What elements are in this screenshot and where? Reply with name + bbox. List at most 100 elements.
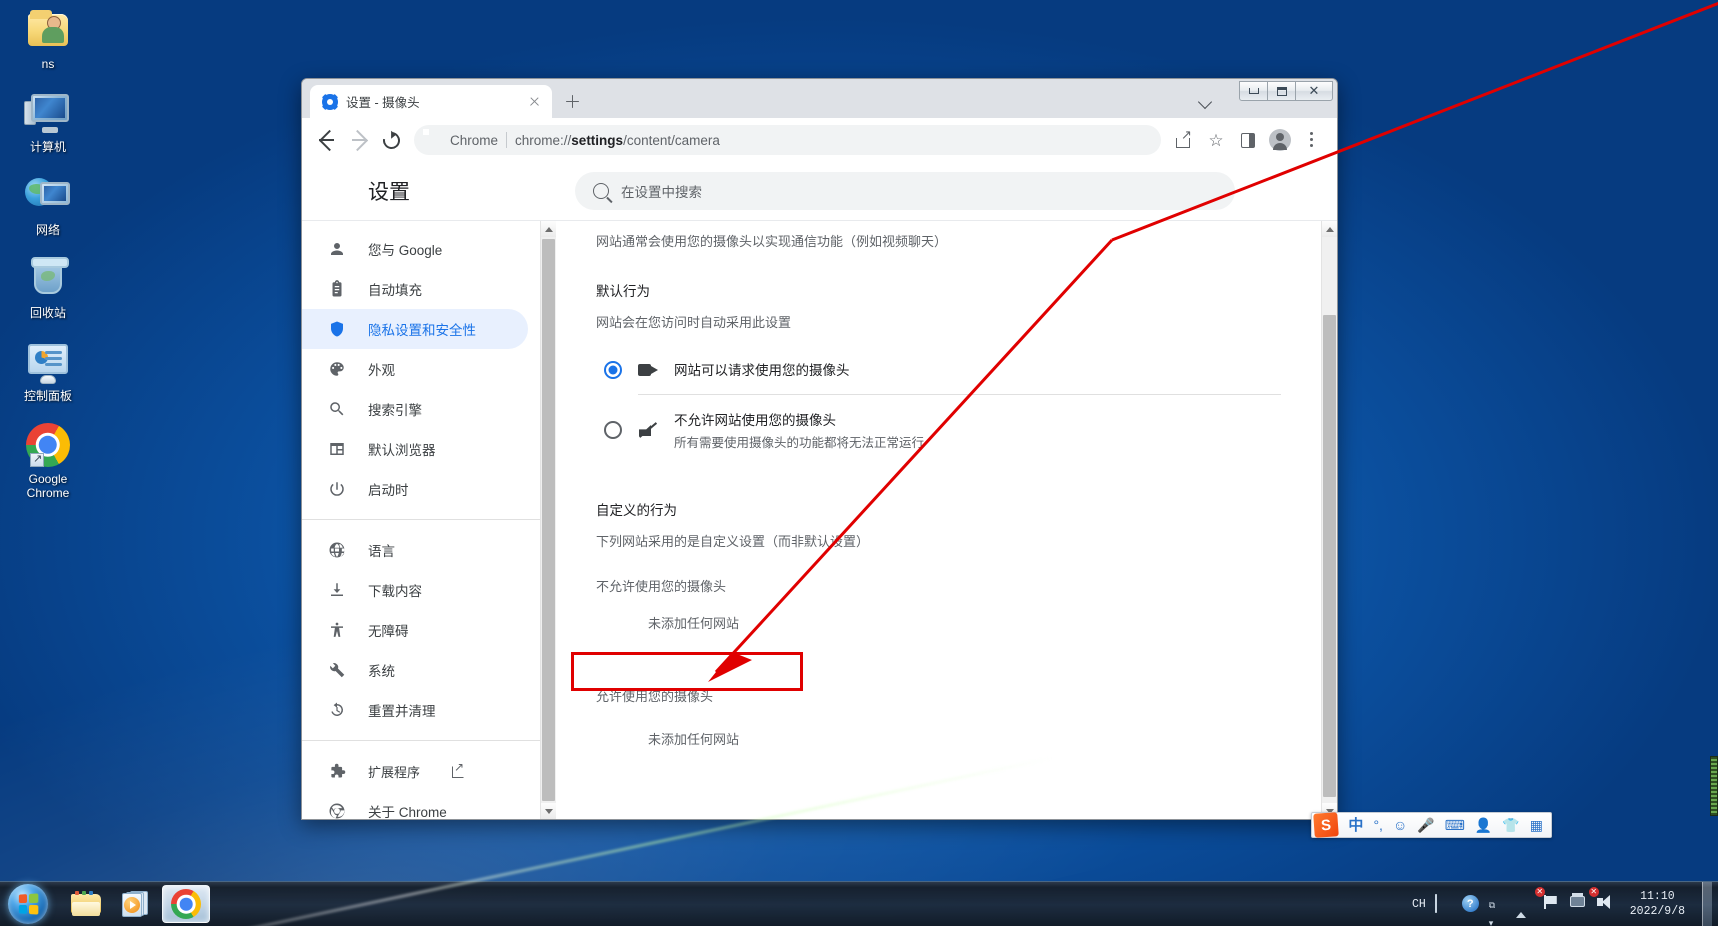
- main-scrollbar[interactable]: [1321, 221, 1337, 819]
- minimize-button[interactable]: [1239, 81, 1268, 101]
- computer-icon: [24, 89, 72, 137]
- sogou-ime-toolbar[interactable]: S 中 °, ☺ 🎤 ⌨ 👤 👕 ▦: [1311, 812, 1552, 838]
- keyboard-icon[interactable]: ⌨: [1445, 818, 1465, 832]
- scroll-up-arrow-icon[interactable]: [541, 221, 556, 237]
- radio-button-unselected[interactable]: [604, 421, 622, 439]
- history-restore-icon: [328, 701, 346, 719]
- sidebar-item-languages[interactable]: 语言: [302, 530, 528, 570]
- search-placeholder: 在设置中搜索: [621, 185, 702, 200]
- close-button[interactable]: ✕: [1295, 81, 1333, 101]
- back-button[interactable]: [312, 125, 342, 155]
- sidebar-scrollbar[interactable]: [540, 221, 556, 819]
- sidebar-item-about-chrome[interactable]: 关于 Chrome: [302, 791, 528, 819]
- start-button[interactable]: [2, 883, 54, 925]
- sidebar-scroll-track[interactable]: [541, 237, 556, 803]
- tab-settings-camera[interactable]: 设置 - 摄像头: [310, 85, 552, 118]
- help-icon[interactable]: ?: [1461, 895, 1480, 913]
- microphone-icon[interactable]: 🎤: [1417, 818, 1434, 832]
- keyboard-icon[interactable]: [1434, 894, 1453, 913]
- tray-language-indicator[interactable]: CH: [1412, 898, 1426, 911]
- three-dot-menu-icon[interactable]: [1297, 125, 1327, 155]
- chrome-icon: [171, 889, 201, 919]
- ime-punctuation-toggle[interactable]: °,: [1373, 818, 1383, 832]
- share-icon[interactable]: [1169, 125, 1199, 155]
- sidebar-item-appearance[interactable]: 外观: [302, 349, 528, 389]
- main-scroll-track[interactable]: [1322, 237, 1337, 803]
- desktop-icon-label: 网络: [35, 223, 60, 237]
- sidebar-item-label: 启动时: [368, 483, 409, 498]
- sidebar-item-search-engine[interactable]: 搜索引擎: [302, 389, 528, 429]
- chevron-down-icon[interactable]: [1195, 90, 1217, 112]
- main-scroll-thumb[interactable]: [1323, 315, 1336, 797]
- show-hidden-icons-icon[interactable]: ⧉ ▾: [1489, 895, 1507, 926]
- desktop: ns 计算机 网络 回收站 控制面板 ↗ Google Chrome 设置 - …: [0, 0, 1718, 926]
- default-behavior-title: 默认行为: [596, 284, 650, 299]
- profile-avatar-icon[interactable]: [1265, 125, 1295, 155]
- scroll-up-arrow-icon[interactable]: [1322, 221, 1337, 237]
- ime-mode-chinese[interactable]: 中: [1348, 818, 1363, 833]
- taskbar-clock[interactable]: 11:10 2022/9/8: [1630, 889, 1685, 919]
- scroll-down-arrow-icon[interactable]: [541, 803, 556, 819]
- sidebar-scroll-thumb[interactable]: [542, 239, 555, 801]
- sidebar-item-label: 您与 Google: [368, 243, 443, 258]
- network-error-icon[interactable]: ✕: [1534, 887, 1561, 913]
- chrome-icon: [24, 421, 72, 469]
- desktop-icon-label: ns: [41, 57, 55, 71]
- radio-option-allow-camera[interactable]: 网站可以请求使用您的摄像头: [596, 345, 1281, 394]
- maximize-button[interactable]: [1267, 81, 1296, 101]
- sidebar-item-system[interactable]: 系统: [302, 650, 528, 690]
- volume-mute-icon[interactable]: ✕: [1588, 887, 1615, 913]
- radio-option-sublabel: 所有需要使用摄像头的功能都将无法正常运行: [674, 436, 925, 450]
- external-link-icon[interactable]: [452, 760, 465, 778]
- sidebar-item-extensions[interactable]: 扩展程序: [302, 751, 528, 791]
- new-tab-button[interactable]: [558, 87, 586, 115]
- reload-button[interactable]: [376, 125, 406, 155]
- side-panel-icon[interactable]: [1233, 125, 1263, 155]
- sidebar-item-reset-and-cleanup[interactable]: 重置并清理: [302, 690, 528, 730]
- search-icon: [328, 400, 346, 418]
- show-desktop-button[interactable]: [1702, 881, 1712, 926]
- network-icon[interactable]: [1569, 893, 1588, 913]
- download-icon: [328, 581, 346, 599]
- sidebar-item-label: 外观: [368, 363, 395, 378]
- smiley-icon[interactable]: ☺: [1393, 818, 1407, 832]
- settings-body: 您与 Google 自动填充 隐私设置和安全性 外观 搜索引擎 默认浏览器 启动…: [302, 220, 1337, 819]
- desktop-icon-ns[interactable]: ns: [6, 6, 90, 71]
- desktop-icon-computer[interactable]: 计算机: [6, 89, 90, 154]
- address-bar[interactable]: Chrome chrome://settings/content/camera: [414, 125, 1161, 155]
- sidebar-item-default-browser[interactable]: 默认浏览器: [302, 429, 528, 469]
- desktop-icon-recycle-bin[interactable]: 回收站: [6, 255, 90, 320]
- sidebar-item-label: 重置并清理: [368, 704, 436, 719]
- radio-option-block-camera[interactable]: 不允许网站使用您的摄像头 所有需要使用摄像头的功能都将无法正常运行: [596, 395, 1281, 465]
- media-player-icon: [122, 891, 150, 917]
- taskbar-item-media-player[interactable]: [112, 885, 160, 923]
- sidebar-item-you-and-google[interactable]: 您与 Google: [302, 229, 528, 269]
- settings-search-input[interactable]: 在设置中搜索: [575, 172, 1235, 210]
- tab-strip: 设置 - 摄像头 ✕: [302, 79, 1337, 118]
- desktop-icon-google-chrome[interactable]: Google Chrome: [6, 421, 90, 500]
- bookmark-star-icon[interactable]: ☆: [1201, 125, 1231, 155]
- sidebar-item-accessibility[interactable]: 无障碍: [302, 610, 528, 650]
- taskbar-item-google-chrome[interactable]: [162, 885, 210, 923]
- up-arrow-icon[interactable]: [1515, 895, 1534, 918]
- sidebar-item-autofill[interactable]: 自动填充: [302, 269, 528, 309]
- taskbar-item-windows-explorer[interactable]: [62, 885, 110, 923]
- camera-icon: [638, 362, 658, 378]
- sidebar-item-privacy-and-security[interactable]: 隐私设置和安全性: [302, 309, 528, 349]
- radio-button-selected[interactable]: [604, 360, 622, 379]
- toolbox-icon[interactable]: ▦: [1530, 818, 1543, 832]
- desktop-icon-control-panel[interactable]: 控制面板: [6, 338, 90, 403]
- skin-icon[interactable]: 👕: [1502, 818, 1519, 832]
- user-icon[interactable]: 👤: [1475, 818, 1492, 832]
- custom-behavior-subtitle: 下列网站采用的是自定义设置（而非默认设置）: [596, 534, 870, 549]
- forward-button[interactable]: [344, 125, 374, 155]
- tab-title: 设置 - 摄像头: [346, 96, 420, 110]
- sogou-logo-icon[interactable]: S: [1313, 812, 1340, 838]
- sidebar-item-downloads[interactable]: 下载内容: [302, 570, 528, 610]
- close-icon[interactable]: [526, 94, 542, 110]
- control-panel-icon: [24, 338, 72, 386]
- system-tray: CH ? ⧉ ▾ ✕ ✕ 11:10 2022/9/8: [1400, 881, 1718, 926]
- window-controls: ✕: [1239, 81, 1333, 101]
- sidebar-item-on-startup[interactable]: 启动时: [302, 469, 528, 509]
- desktop-icon-network[interactable]: 网络: [6, 172, 90, 237]
